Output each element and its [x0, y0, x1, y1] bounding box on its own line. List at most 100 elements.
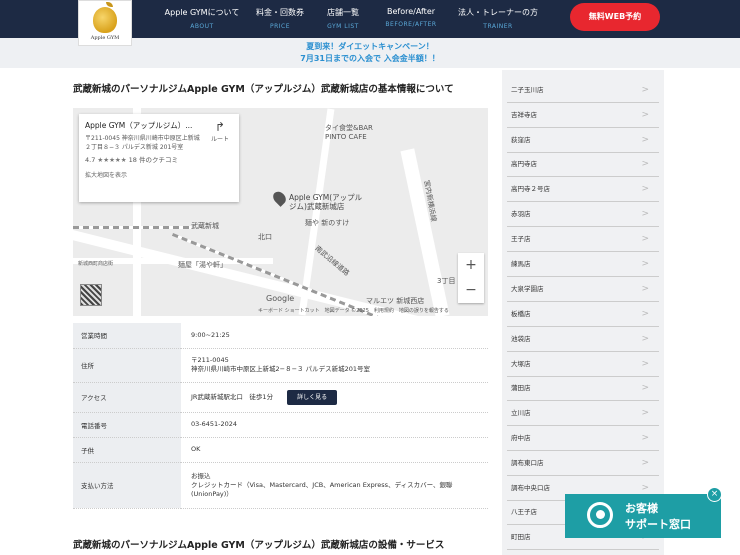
apple-logo-icon [93, 2, 117, 33]
nav-gym-list[interactable]: 店舗一覧 GYM LIST [316, 0, 370, 38]
table-row: 支払い方法 お振込 クレジットカード（Visa、Mastercard、JCB、A… [73, 462, 488, 509]
map-label: 北口 [258, 233, 272, 241]
logo-text: Apple GYM [90, 35, 120, 41]
store-link[interactable]: 赤羽店 > [507, 202, 659, 227]
chevron-right-icon: > [641, 85, 649, 95]
nav-about[interactable]: Apple GYMについて ABOUT [162, 0, 242, 38]
nav-trainer-sub: TRAINER [483, 23, 513, 30]
chevron-right-icon: > [641, 408, 649, 418]
info-value: OK [181, 437, 488, 463]
info-key: アクセス [73, 382, 181, 413]
support-line-1: お客様 [625, 502, 658, 515]
enlarge-map-link[interactable]: 拡大地図を表示 [85, 170, 233, 179]
store-name: 荻窪店 [511, 136, 531, 144]
access-text: JR武蔵新城駅北口 徒歩1分 [191, 392, 274, 401]
store-name: 調布中央口店 [511, 484, 550, 492]
close-icon[interactable]: × [707, 487, 722, 502]
store-name: 二子玉川店 [511, 86, 544, 94]
campaign-line-2: 7月31日までの入会で 入会金半額！！ [300, 54, 440, 63]
rating-stars-icon: ★★★★★ [97, 156, 127, 164]
store-link[interactable]: 大塚店 > [507, 352, 659, 377]
page-title: 武蔵新城のパーソナルジムApple GYM（アップルジム）武蔵新城店の基本情報に… [73, 84, 454, 95]
nav-price-label: 料金・回数券 [256, 8, 304, 17]
store-link[interactable]: 王子店 > [507, 227, 659, 252]
map-label: 武蔵新城 [191, 222, 219, 230]
google-logo: Google [266, 294, 295, 303]
store-name: 大塚店 [511, 360, 531, 368]
nav-trainer[interactable]: 法人・トレーナーの方 TRAINER [452, 0, 544, 38]
place-name: Apple GYM（アップルジム）... [85, 121, 193, 130]
store-link[interactable]: 大泉学園店 > [507, 277, 659, 302]
info-key: 住所 [73, 348, 181, 383]
store-link[interactable]: 二子玉川店 > [507, 78, 659, 103]
table-row: アクセス JR武蔵新城駅北口 徒歩1分 詳しく見る [73, 382, 488, 413]
table-row: 住所 〒211-0045 神奈川県川崎市中原区上新城2−８−３ パルデス新城20… [73, 348, 488, 383]
nav-gym-list-label: 店舗一覧 [327, 8, 359, 17]
section-title: 武蔵新城のパーソナルジムApple GYM（アップルジム）武蔵新城店の設備・サー… [73, 540, 445, 551]
review-count[interactable]: 18 件のクチコミ [129, 156, 178, 164]
store-name: 府中店 [511, 434, 531, 442]
map-label: マルエツ 新城西店 [366, 297, 425, 305]
chevron-right-icon: > [641, 383, 649, 393]
store-name: 吉祥寺店 [511, 111, 537, 119]
place-address: 〒211-0045 神奈川県川崎市中原区上新城２丁目８−３ パルデス新城 201… [85, 135, 200, 151]
store-link[interactable]: 高円寺店 > [507, 152, 659, 177]
place-rating: 4.7 ★★★★★ 18 件のクチコミ [85, 154, 233, 164]
gym-info-table: 営業時間 9:00~21:25 住所 〒211-0045 神奈川県川崎市中原区上… [73, 323, 488, 509]
store-list-sidebar: 二子玉川店 > 吉祥寺店 > 荻窪店 > 高円寺店 > 高円寺２号店 > 赤羽店 > 王子店… [502, 70, 664, 555]
store-name: 大泉学園店 [511, 285, 544, 293]
route-button[interactable]: ↱ ルート [207, 120, 233, 143]
store-link[interactable]: 蒲田店 > [507, 376, 659, 401]
store-link[interactable]: 吉祥寺店 > [507, 103, 659, 128]
map-footer[interactable]: キーボード ショートカット 地図データ ©2025 利用規約 地図の誤りを報告す… [258, 307, 449, 314]
chevron-right-icon: > [641, 334, 649, 344]
nav-about-sub: ABOUT [190, 23, 214, 30]
nav-before-after-sub: BEFORE/AFTER [385, 21, 437, 28]
map-place-card: Apple GYM（アップルジム）... 〒211-0045 神奈川県川崎市中原… [79, 114, 239, 202]
store-link[interactable]: 調布東口店 > [507, 451, 659, 476]
zoom-out-button[interactable]: − [458, 278, 484, 303]
nav-price[interactable]: 料金・回数券 PRICE [250, 0, 310, 38]
store-name: 板橋店 [511, 310, 531, 318]
store-link[interactable]: 高円寺２号店 > [507, 177, 659, 202]
nav-before-after[interactable]: Before/After BEFORE/AFTER [378, 0, 444, 38]
customer-support-button[interactable]: お客様 サポート窓口 [565, 494, 721, 538]
access-detail-button[interactable]: 詳しく見る [287, 389, 338, 405]
store-link[interactable]: 池袋店 > [507, 327, 659, 352]
map-label: 麺や 新のすけ [305, 219, 350, 227]
map-label: タイ食堂&BAR [325, 124, 373, 132]
nav-price-sub: PRICE [269, 23, 291, 30]
store-link[interactable]: 荻窪店 > [507, 128, 659, 153]
info-key: 子供 [73, 437, 181, 463]
route-label: ルート [210, 136, 229, 143]
store-link[interactable]: 府中店 > [507, 426, 659, 451]
store-link[interactable]: 立川店 > [507, 401, 659, 426]
nav-before-after-label: Before/After [386, 7, 436, 16]
store-name: 練馬店 [511, 260, 531, 268]
zoom-in-button[interactable]: + [458, 253, 484, 278]
chevron-right-icon: > [641, 433, 649, 443]
location-pin-icon[interactable] [270, 189, 289, 207]
info-value: 〒211-0045 神奈川県川崎市中原区上新城2−８−３ パルデス新城201号室 [181, 348, 488, 383]
store-link[interactable]: 板橋店 > [507, 302, 659, 327]
table-row: 電話番号 03-6451-2024 [73, 412, 488, 438]
chevron-right-icon: > [641, 110, 649, 120]
info-value: お振込 クレジットカード（Visa、Mastercard、JCB、America… [181, 462, 488, 509]
info-value: 9:00~21:25 [181, 323, 488, 349]
nav-trainer-label: 法人・トレーナーの方 [458, 8, 538, 17]
table-row: 子供 OK [73, 437, 488, 463]
map-zoom-controls: + − [458, 253, 484, 303]
store-name: 赤羽店 [511, 210, 531, 218]
free-web-reservation-button[interactable]: 無料WEB予約 [570, 3, 660, 31]
headset-icon [587, 502, 613, 528]
google-map[interactable]: タイ食堂&BAR PINTO CAFE 麺や 新のすけ 武蔵新城 北口 南武沿線… [73, 108, 488, 316]
store-name: 調布東口店 [511, 459, 544, 467]
directions-icon: ↱ [214, 120, 226, 134]
chevron-right-icon: > [641, 458, 649, 468]
chevron-right-icon: > [641, 159, 649, 169]
store-name: 高円寺店 [511, 160, 537, 168]
map-road [400, 148, 450, 316]
store-link[interactable]: 練馬店 > [507, 252, 659, 277]
apple-gym-logo[interactable]: Apple GYM [78, 0, 132, 46]
pin-label-2: ジム)武蔵新城店 [289, 202, 345, 211]
